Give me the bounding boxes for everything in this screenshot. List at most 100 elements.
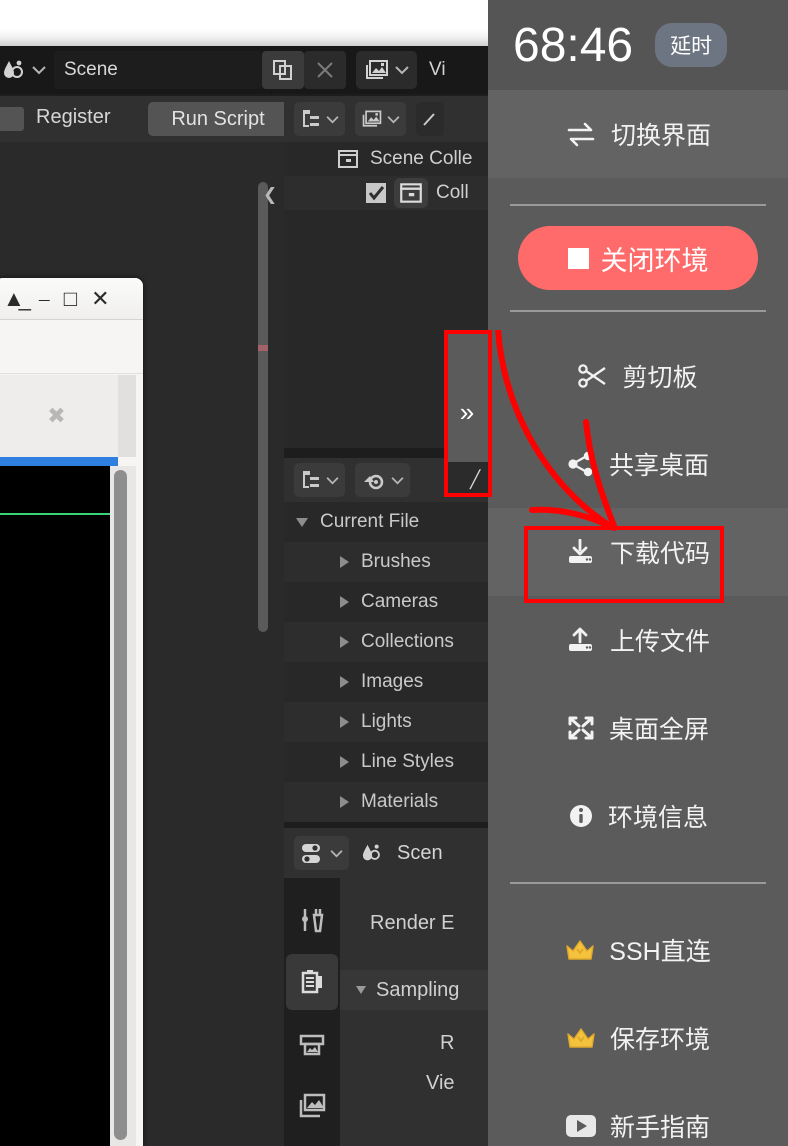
script-editor-scrollbar[interactable] xyxy=(258,182,268,632)
chevron-double-right-icon: » xyxy=(459,397,475,427)
register-checkbox[interactable] xyxy=(0,107,24,131)
floating-utility-window[interactable]: ▲̲ ⎯ □ ✕ ✖ xyxy=(0,278,143,1146)
panel-collapse-icon[interactable]: ❮ xyxy=(263,185,277,205)
floating-window-accent-bar xyxy=(0,457,118,466)
sampling-row-view-label: Vie xyxy=(426,1072,455,1094)
session-timer: 68:46 延时 xyxy=(488,0,788,90)
switch-ui-label: 切换界面 xyxy=(610,122,711,150)
upload-file-label: 上传文件 xyxy=(609,628,710,656)
fullscreen-icon xyxy=(567,715,595,741)
share-desktop-button[interactable]: 共享桌面 xyxy=(488,420,788,508)
blendfile-item-label: Collections xyxy=(361,631,454,652)
blendfile-root-row[interactable]: Current File xyxy=(284,502,488,542)
tab-output[interactable] xyxy=(286,1016,338,1072)
blendfile-item-row[interactable]: Collections xyxy=(284,622,488,662)
output-properties-icon xyxy=(299,1034,325,1056)
tab-tool[interactable] xyxy=(286,892,338,948)
chevron-down-icon xyxy=(387,115,400,123)
desktop-fullscreen-label: 桌面全屏 xyxy=(608,716,709,744)
disclosure-triangle-open-icon[interactable] xyxy=(356,986,366,994)
outliner-row-label: Scene Colle xyxy=(370,148,473,169)
blendfile-item-label: Line Styles xyxy=(361,751,454,772)
blendfile-item-label: Brushes xyxy=(361,551,431,572)
disclosure-triangle-icon[interactable] xyxy=(340,716,349,728)
floating-window-scrollbar-thumb[interactable] xyxy=(114,470,127,1140)
scene-name-field[interactable]: Scene xyxy=(54,51,262,89)
chevron-down-icon xyxy=(326,115,339,123)
blendfile-display-mode-button[interactable] xyxy=(294,463,345,497)
floating-window-titlebar[interactable]: ▲̲ ⎯ □ ✕ xyxy=(0,278,143,320)
outliner-display-mode-button[interactable] xyxy=(294,102,345,136)
save-env-label: 保存环境 xyxy=(609,1026,710,1054)
checkbox-checked-icon[interactable] xyxy=(364,181,388,205)
blendfile-item-row[interactable]: Materials xyxy=(284,782,488,822)
chevron-down-icon xyxy=(326,476,339,484)
close-icon[interactable]: ✕ xyxy=(91,287,109,310)
collection-icon xyxy=(400,183,422,203)
save-env-button[interactable]: 保存环境 xyxy=(488,994,788,1082)
maximize-icon[interactable]: □ xyxy=(64,287,77,310)
desktop-fullscreen-button[interactable]: 桌面全屏 xyxy=(488,684,788,772)
disclosure-triangle-icon[interactable] xyxy=(340,676,349,688)
blendfile-item-row[interactable]: Brushes xyxy=(284,542,488,582)
share-icon xyxy=(567,451,595,477)
outliner-search-button[interactable] xyxy=(416,102,444,136)
blendfile-filter-button[interactable] xyxy=(355,463,410,497)
collection-icon-badge xyxy=(394,178,428,208)
search-icon xyxy=(423,113,435,126)
floating-window-content: ✖ xyxy=(0,375,118,457)
app-topbar: Scene Vi xyxy=(0,46,488,94)
disclosure-triangle-icon[interactable] xyxy=(340,796,349,808)
unlink-scene-button[interactable] xyxy=(304,51,346,89)
disclosure-triangle-icon[interactable] xyxy=(340,636,349,648)
properties-tab-strip xyxy=(284,878,340,1146)
divider xyxy=(510,882,766,884)
run-script-button[interactable]: Run Script xyxy=(148,102,288,136)
ssh-direct-button[interactable]: SSH直连 xyxy=(488,906,788,994)
close-environment-button[interactable]: 关闭环境 xyxy=(518,226,758,290)
beginner-guide-button[interactable]: 新手指南 xyxy=(488,1082,788,1146)
blendfile-item-row[interactable]: Cameras xyxy=(284,582,488,622)
disclosure-triangle-open-icon[interactable] xyxy=(296,517,308,527)
blendfile-item-row[interactable]: Line Styles xyxy=(284,742,488,782)
scene-data-icon-button[interactable] xyxy=(0,51,52,89)
blendfile-item-row[interactable]: Images xyxy=(284,662,488,702)
download-code-button[interactable]: 下载代码 xyxy=(488,508,788,596)
switch-ui-button[interactable]: 切换界面 xyxy=(488,90,788,178)
tab-view-layer[interactable] xyxy=(286,1078,338,1134)
duplicate-scene-button[interactable] xyxy=(262,51,304,89)
browser-chrome-strip xyxy=(0,0,488,46)
terminal-divider xyxy=(0,513,110,515)
disclosure-triangle-icon[interactable] xyxy=(340,556,349,568)
minimize-icon[interactable]: ⎯ xyxy=(39,287,50,310)
eject-icon[interactable]: ▲̲ xyxy=(3,287,25,310)
sampling-section-header[interactable]: Sampling xyxy=(340,970,488,1010)
terminal-area[interactable] xyxy=(0,466,110,1146)
extend-time-button[interactable]: 延时 xyxy=(655,23,728,67)
chevron-down-icon xyxy=(32,66,46,75)
disclosure-triangle-icon[interactable] xyxy=(340,596,349,608)
view-layer-selector[interactable] xyxy=(356,51,417,89)
disclosure-triangle-icon[interactable] xyxy=(340,756,349,768)
blendfile-root-label: Current File xyxy=(320,511,420,532)
control-sidebar: 68:46 延时 切换界面 关闭环境 剪切板 共享桌面 下载代码 上传文件 桌面… xyxy=(488,0,788,1146)
outliner-filter-button[interactable] xyxy=(355,102,406,136)
properties-editor-type-button[interactable] xyxy=(294,836,349,870)
upload-file-button[interactable]: 上传文件 xyxy=(488,596,788,684)
tab-render[interactable] xyxy=(286,954,338,1010)
scissors-icon xyxy=(578,363,608,389)
crown-icon xyxy=(566,1026,596,1050)
resize-grip-icon[interactable]: ╱ xyxy=(470,470,480,490)
outliner-row-collection[interactable]: Coll xyxy=(284,176,488,210)
blendfile-item-label: Materials xyxy=(361,791,439,812)
clipboard-button[interactable]: 剪切板 xyxy=(488,332,788,420)
render-image-icon xyxy=(362,110,382,127)
download-icon xyxy=(566,539,596,565)
blendfile-item-row[interactable]: Lights xyxy=(284,702,488,742)
outliner-row-scene-collection[interactable]: Scene Colle xyxy=(284,142,488,176)
upload-icon xyxy=(566,627,596,653)
blendfile-item-label: Cameras xyxy=(361,591,439,612)
env-info-button[interactable]: 环境信息 xyxy=(488,772,788,860)
tool-icon xyxy=(302,909,324,933)
youtube-icon xyxy=(565,1115,596,1137)
